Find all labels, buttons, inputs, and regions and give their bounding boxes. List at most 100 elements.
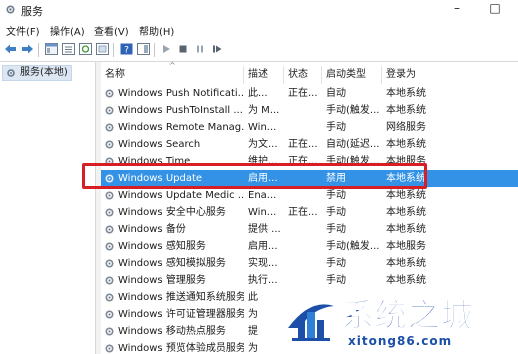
table-row[interactable]: Windows Remote Manag... Win... 手动 网络服务 <box>101 119 518 136</box>
service-startup-type: 手动 <box>326 224 346 235</box>
service-status <box>284 255 322 272</box>
service-status <box>284 119 322 136</box>
service-description: Ena... <box>248 190 277 201</box>
start-service-icon[interactable] <box>159 42 173 56</box>
column-startup-type[interactable]: 启动类型 <box>322 66 382 84</box>
help-icon[interactable]: ? <box>119 42 133 56</box>
gear-icon <box>7 69 15 77</box>
column-header: 名称 描述 状态 启动类型 登录为 <box>101 66 518 84</box>
toolbar-divider <box>113 43 114 57</box>
service-startup-type: 手动(触发... <box>326 241 380 252</box>
service-status <box>284 187 322 204</box>
service-status <box>284 238 322 255</box>
column-name[interactable]: 名称 <box>101 66 244 84</box>
pause-service-icon[interactable] <box>193 42 207 56</box>
service-startup-type: 手动(触发... <box>326 105 380 116</box>
table-row[interactable]: Windows 备份 提供 ... 手动 本地系统 <box>101 221 518 238</box>
table-row[interactable]: Windows PushToInstall ... 为 M... 手动(触发... 本… <box>101 102 518 119</box>
menu-help[interactable]: 帮助(H) <box>139 23 174 38</box>
refresh-icon[interactable] <box>78 42 92 56</box>
table-row[interactable]: Windows Search 为文... 正在... 自动(延迟... 本地系统 <box>101 136 518 153</box>
service-description: 为 M... <box>248 105 280 116</box>
column-description[interactable]: 描述 <box>244 66 284 84</box>
table-row[interactable]: Windows 感知服务 启用... 手动(触发... 本地服务 <box>101 238 518 255</box>
watermark: 系统之城 xitong86.com <box>282 286 518 354</box>
table-row[interactable]: Windows 感知模拟服务 实现... 手动 本地系统 <box>101 255 518 272</box>
column-status[interactable]: 状态 <box>284 66 322 84</box>
service-logon-as: 本地服务 <box>386 241 426 252</box>
service-status <box>284 102 322 119</box>
properties-list-icon[interactable] <box>61 42 75 56</box>
service-status: 正在... <box>288 139 318 150</box>
service-logon-as: 本地系统 <box>386 207 426 218</box>
highlight-box <box>82 163 427 189</box>
service-name: Windows 推送通知系统服务 <box>118 292 244 303</box>
service-name: Windows 备份 <box>118 224 186 235</box>
service-description: 此... <box>248 88 268 99</box>
service-logon-as: 本地系统 <box>386 139 426 150</box>
service-name: Windows 安全中心服务 <box>118 207 226 218</box>
service-description: 为 <box>248 309 258 320</box>
service-name: Windows 管理服务 <box>118 275 206 286</box>
service-name: Windows 许可证管理器服务 <box>118 309 244 320</box>
service-name: Windows PushToInstall ... <box>118 105 243 116</box>
service-name: Windows 感知模拟服务 <box>118 258 226 269</box>
service-status: 正在... <box>288 88 318 99</box>
toolbar-divider <box>38 43 39 57</box>
service-startup-type: 手动 <box>326 122 346 133</box>
watermark-url: xitong86.com <box>348 334 453 348</box>
service-logon-as: 本地系统 <box>386 224 426 235</box>
console-tree-icon[interactable] <box>44 42 58 56</box>
table-row[interactable]: Windows Push Notificati... 此... 正在... 自动 本地系… <box>101 85 518 102</box>
service-name: Windows Search <box>118 139 201 150</box>
maximize-button[interactable]: □ <box>484 1 506 17</box>
tree-item-services-local[interactable]: 服务(本地) <box>2 65 72 81</box>
svg-text:?: ? <box>124 46 129 56</box>
service-name: Windows 感知服务 <box>118 241 206 252</box>
show-hide-icon[interactable] <box>136 42 150 56</box>
service-startup-type: 自动 <box>326 88 346 99</box>
service-status: 正在... <box>288 207 318 218</box>
service-logon-as: 网络服务 <box>386 122 426 133</box>
table-row[interactable]: Windows Update Medic ... Ena... 手动 本地系统 <box>101 187 518 204</box>
title-bar: 服务 – □ <box>0 0 518 20</box>
restart-service-icon[interactable] <box>210 42 224 56</box>
city-logo-icon <box>283 291 337 345</box>
service-description: 实现... <box>248 258 278 269</box>
service-logon-as: 本地系统 <box>386 105 426 116</box>
service-name: Windows Update Medic ... <box>118 190 244 201</box>
service-logon-as: 本地系统 <box>386 190 426 201</box>
menu-file[interactable]: 文件(F) <box>6 23 40 38</box>
tree-item-label: 服务(本地) <box>20 67 68 78</box>
service-name: Windows 移动热点服务 <box>118 326 226 337</box>
window-title: 服务 <box>21 5 43 18</box>
toolbar: ? <box>0 39 518 62</box>
services-app-icon <box>6 5 15 14</box>
service-description: Win... <box>248 207 277 218</box>
service-status <box>284 221 322 238</box>
menu-action[interactable]: 操作(A) <box>50 23 85 38</box>
menu-view[interactable]: 查看(V) <box>94 23 129 38</box>
console-tree-pane: 服务(本地) <box>0 62 96 354</box>
service-description: 提供 ... <box>248 224 281 235</box>
table-row[interactable]: Windows 安全中心服务 Win... 正在... 手动 本地系统 <box>101 204 518 221</box>
forward-arrow-icon[interactable] <box>20 42 34 56</box>
back-arrow-icon[interactable] <box>3 42 17 56</box>
service-description: 提 <box>248 326 258 337</box>
stop-service-icon[interactable] <box>176 42 190 56</box>
service-description: Win... <box>248 122 277 133</box>
service-description: 此 <box>248 292 258 303</box>
service-startup-type: 手动 <box>326 258 346 269</box>
toolbar-divider <box>154 43 155 57</box>
watermark-text: 系统之城 <box>341 296 475 335</box>
menu-bar: 文件(F) 操作(A) 查看(V) 帮助(H) <box>0 21 518 38</box>
service-name: Windows Push Notificati... <box>118 88 244 99</box>
service-name: Windows 预览体验成员服务 <box>118 343 244 354</box>
export-list-icon[interactable] <box>95 42 109 56</box>
service-logon-as: 本地系统 <box>386 258 426 269</box>
service-startup-type: 手动 <box>326 190 346 201</box>
minimize-button[interactable]: – <box>446 1 468 17</box>
service-description: 执行... <box>248 275 278 286</box>
column-logon-as[interactable]: 登录为 <box>382 66 518 84</box>
service-startup-type: 手动 <box>326 207 346 218</box>
